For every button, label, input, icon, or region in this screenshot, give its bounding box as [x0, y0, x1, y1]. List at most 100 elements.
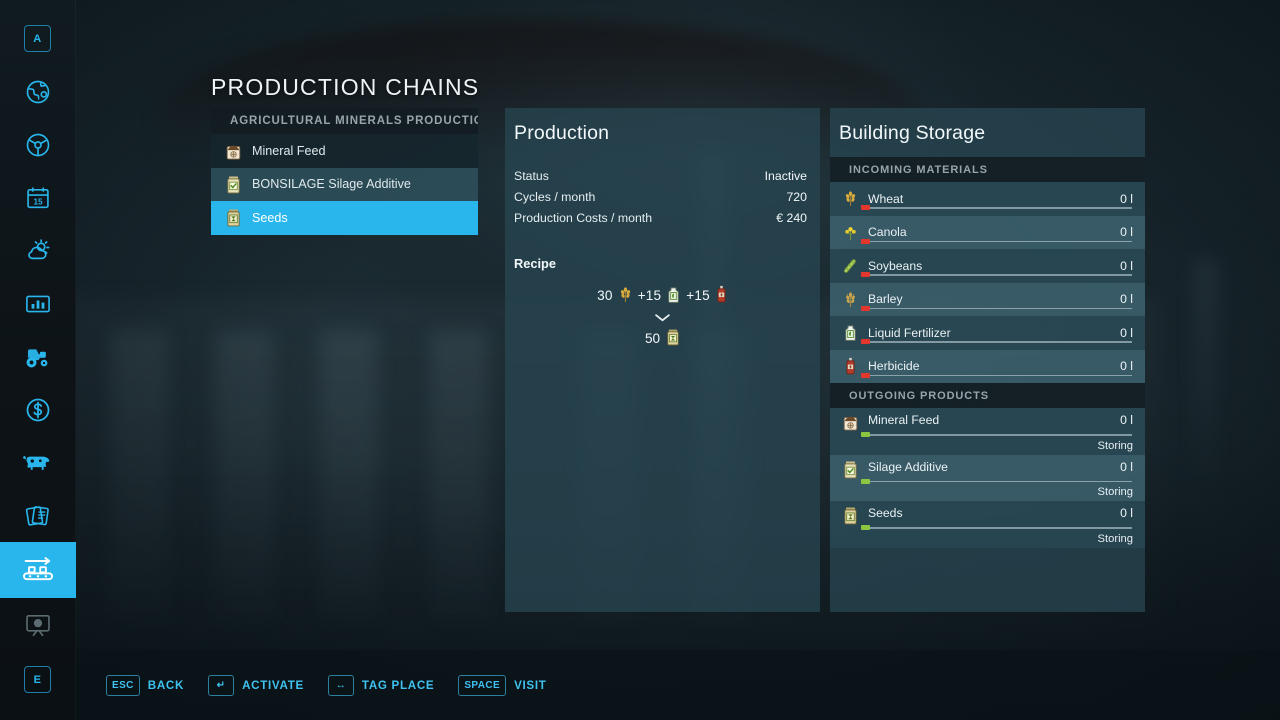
storage-item-name: Wheat [868, 192, 1120, 206]
stat-value: Inactive [765, 169, 807, 183]
recipe-output-amount: 50 [645, 331, 660, 346]
sidebar: A [0, 0, 76, 720]
outgoing-products-header: OUTGOING PRODUCTS [830, 383, 1145, 408]
recipe-input-amount: 30 [597, 288, 613, 303]
production-chain-list: AGRICULTURAL MINERALS PRODUCTION Mineral… [211, 108, 478, 235]
stat-value: € 240 [776, 211, 807, 225]
storage-fill-indicator [861, 239, 870, 244]
storage-row-seeds[interactable]: Seeds 0 l Storing [830, 501, 1145, 548]
cow-icon [22, 447, 54, 479]
recipe-arrow-icon [505, 312, 820, 323]
help-item-back[interactable]: ESC BACK [106, 675, 184, 696]
calendar-icon: 15 [24, 184, 52, 212]
storage-item-status: Storing [1098, 533, 1133, 545]
storage-fill-bar [861, 434, 1132, 436]
chain-list-item-silage-additive[interactable]: BONSILAGE Silage Additive [211, 168, 478, 202]
page-title: PRODUCTION CHAINS [211, 74, 479, 101]
canola-icon [839, 224, 861, 241]
storage-fill-bar [861, 241, 1132, 243]
herbicide-icon [839, 357, 861, 375]
sidebar-item-weather[interactable] [0, 224, 76, 277]
storage-panel-title: Building Storage [830, 108, 1145, 145]
storage-fill-bar [861, 207, 1132, 209]
storage-row-silage-additive[interactable]: Silage Additive 0 l Storing [830, 455, 1145, 502]
recipe-output: 50 [505, 328, 820, 349]
help-label: BACK [148, 679, 184, 692]
storage-item-amount: 0 l [1120, 225, 1133, 239]
recipe-inputs: 30 +15 [505, 285, 820, 306]
storage-row-herbicide[interactable]: Herbicide 0 l [830, 350, 1145, 384]
sidebar-item-radio[interactable] [0, 598, 76, 651]
key-a-icon: A [24, 25, 51, 52]
storage-fill-indicator [861, 272, 870, 277]
help-label: VISIT [514, 679, 547, 692]
stat-row-production-costs: Production Costs / month € 240 [514, 207, 807, 228]
wheat-icon [839, 190, 861, 207]
storage-item-status: Storing [1098, 486, 1133, 498]
seeds-icon [220, 208, 246, 227]
chain-list-item-seeds[interactable]: Seeds [211, 201, 478, 235]
soybeans-icon [839, 257, 861, 274]
storage-row-barley[interactable]: Barley 0 l [830, 283, 1145, 317]
storage-item-name: Herbicide [868, 359, 1120, 373]
weather-icon [23, 236, 52, 265]
sidebar-item-statistics[interactable] [0, 277, 76, 330]
stat-label: Cycles / month [514, 190, 595, 204]
wheat-icon [618, 286, 633, 306]
conveyor-icon [20, 555, 56, 585]
sidebar-item-machines[interactable] [0, 330, 76, 383]
storage-item-name: Soybeans [868, 259, 1120, 273]
production-panel-title: Production [505, 108, 820, 145]
storage-row-liquid-fertilizer[interactable]: Liquid Fertilizer 0 l [830, 316, 1145, 350]
stat-label: Production Costs / month [514, 211, 652, 225]
chain-list-header: AGRICULTURAL MINERALS PRODUCTION [211, 108, 478, 134]
sidebar-item-map[interactable] [0, 65, 76, 118]
sidebar-item-contracts[interactable] [0, 489, 76, 542]
sidebar-item-vehicles[interactable] [0, 118, 76, 171]
storage-item-amount: 0 l [1120, 192, 1133, 206]
help-item-visit[interactable]: SPACE VISIT [458, 675, 546, 696]
globe-icon [24, 78, 52, 106]
contracts-icon [23, 501, 53, 531]
storage-fill-indicator [861, 479, 870, 484]
storage-fill-indicator [861, 373, 870, 378]
storage-fill-indicator [861, 339, 870, 344]
storage-item-name: Silage Additive [868, 460, 1120, 474]
chain-list-item-mineral-feed[interactable]: Mineral Feed [211, 134, 478, 168]
storage-row-soybeans[interactable]: Soybeans 0 l [830, 249, 1145, 283]
storage-item-amount: 0 l [1120, 359, 1133, 373]
storage-item-name: Liquid Fertilizer [868, 326, 1120, 340]
sidebar-item-animals[interactable] [0, 436, 76, 489]
space-key-icon: SPACE [458, 675, 506, 696]
sidebar-item-calendar[interactable]: 15 [0, 171, 76, 224]
esc-key-icon: ESC [106, 675, 140, 696]
stat-row-status: Status Inactive [514, 165, 807, 186]
storage-fill-bar [861, 308, 1132, 310]
storage-row-wheat[interactable]: Wheat 0 l [830, 182, 1145, 216]
help-item-tag-place[interactable]: ↔ TAG PLACE [328, 675, 434, 696]
storage-item-amount: 0 l [1120, 460, 1133, 474]
sidebar-item-finances[interactable] [0, 383, 76, 436]
stat-row-cycles: Cycles / month 720 [514, 186, 807, 207]
left-right-arrow-key-icon: ↔ [328, 675, 354, 696]
stat-label: Status [514, 169, 549, 183]
background-column [320, 330, 378, 620]
sidebar-item-key-a[interactable]: A [0, 12, 76, 65]
chain-list-item-label: Seeds [252, 211, 288, 225]
storage-fill-bar [861, 375, 1132, 377]
background-column [430, 330, 488, 620]
background-column [110, 330, 168, 620]
steering-wheel-icon [24, 131, 52, 159]
statistics-icon [24, 290, 52, 318]
storage-fill-bar [861, 527, 1132, 529]
sidebar-item-key-e[interactable]: E [0, 653, 76, 706]
help-item-activate[interactable]: ↵ ACTIVATE [208, 675, 304, 696]
storage-row-mineral-feed[interactable]: Mineral Feed 0 l Storing [830, 408, 1145, 455]
recipe-input-amount: +15 [686, 288, 710, 303]
storage-row-canola[interactable]: Canola 0 l [830, 216, 1145, 250]
storage-item-name: Seeds [868, 506, 1120, 520]
chain-list-item-label: BONSILAGE Silage Additive [252, 177, 411, 191]
sidebar-item-production-chains[interactable] [0, 542, 76, 598]
storage-item-amount: 0 l [1120, 413, 1133, 427]
seeds-icon [666, 328, 680, 349]
